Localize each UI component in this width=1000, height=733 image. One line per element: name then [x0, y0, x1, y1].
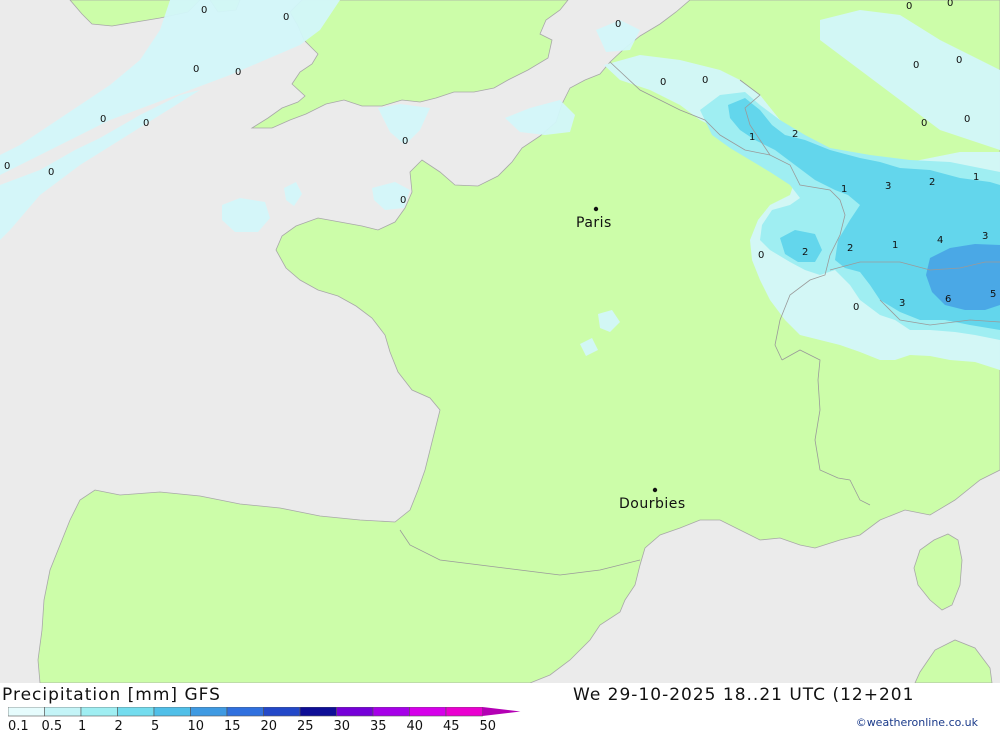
dourbies-label: Dourbies: [619, 496, 686, 512]
legend-swatch: [44, 707, 82, 717]
precip-value: 2: [929, 177, 935, 188]
legend-label: 35: [370, 719, 387, 733]
legend-label: 30: [334, 719, 351, 733]
legend-swatch: [409, 707, 447, 717]
legend-swatch: [226, 707, 264, 717]
precip-value: 0: [906, 1, 912, 12]
legend-label: 0.5: [42, 719, 63, 733]
precip-value: 6: [945, 294, 951, 305]
precip-value: 0: [400, 195, 406, 206]
legend-label: 1: [78, 719, 86, 733]
legend-label: 25: [297, 719, 314, 733]
precip-value: 0: [193, 64, 199, 75]
precip-value: 0: [201, 5, 207, 16]
precipitation-map[interactable]: Paris Dourbies 0 0 0 0 0 0 0 0 0 0 0 0 0…: [0, 0, 1000, 683]
legend-label: 2: [115, 719, 123, 733]
precip-value: 0: [100, 114, 106, 125]
legend-label: 0.1: [8, 719, 29, 733]
map-datetime: We 29-10-2025 18..21 UTC (12+201: [573, 685, 915, 705]
precip-value: 0: [758, 250, 764, 261]
precip-value: 0: [615, 19, 621, 30]
precip-value: 1: [841, 184, 847, 195]
precip-value: 0: [921, 118, 927, 129]
legend-label: 20: [261, 719, 278, 733]
legend-label: 50: [480, 719, 497, 733]
precip-value: 0: [143, 118, 149, 129]
legend-label: 10: [188, 719, 205, 733]
precip-value: 1: [973, 172, 979, 183]
precip-value: 2: [792, 129, 798, 140]
precip-value: 0: [283, 12, 289, 23]
precip-value: 2: [802, 247, 808, 258]
precip-value: 1: [749, 132, 755, 143]
precip-legend: 0.1 0.5 1 2 5 10 15 20 25 30 35 40 45 50: [8, 707, 521, 733]
legend-swatch: [372, 707, 410, 717]
precip-value: 0: [964, 114, 970, 125]
legend-label: 45: [443, 719, 460, 733]
legend-swatch: [336, 707, 374, 717]
footer-bar: Precipitation [mm] GFS We 29-10-2025 18.…: [0, 683, 1000, 733]
precip-value: 0: [235, 67, 241, 78]
precip-value: 1: [892, 240, 898, 251]
precip-value: 5: [990, 289, 996, 300]
precip-value: 4: [937, 235, 943, 246]
legend-swatch: [445, 707, 483, 717]
legend-swatch: [190, 707, 228, 717]
precip-value: 3: [982, 231, 988, 242]
legend-swatch: [80, 707, 118, 717]
legend-swatch: [299, 707, 337, 717]
dourbies-marker: [652, 487, 658, 493]
paris-label: Paris: [576, 215, 612, 231]
legend-label: 15: [224, 719, 241, 733]
legend-swatch: [263, 707, 301, 717]
precip-value: 0: [4, 161, 10, 172]
precip-value: 0: [48, 167, 54, 178]
precip-value: 3: [899, 298, 905, 309]
paris-marker: [593, 206, 599, 212]
map-title: Precipitation [mm] GFS: [2, 685, 221, 705]
precip-value: 2: [847, 243, 853, 254]
legend-swatch: [153, 707, 191, 717]
precip-value: 0: [702, 75, 708, 86]
legend-label: 5: [151, 719, 159, 733]
precip-value: 0: [947, 0, 953, 9]
precip-value: 3: [885, 181, 891, 192]
precip-value: 0: [402, 136, 408, 147]
precip-value: 0: [956, 55, 962, 66]
legend-label: 40: [407, 719, 424, 733]
legend-swatch-arrow: [482, 707, 521, 716]
precip-value: 0: [660, 77, 666, 88]
precip-value: 0: [853, 302, 859, 313]
legend-swatch: [8, 707, 45, 717]
legend-swatch: [117, 707, 155, 717]
credit-link[interactable]: ©weatheronline.co.uk: [856, 716, 978, 729]
precip-value: 0: [913, 60, 919, 71]
